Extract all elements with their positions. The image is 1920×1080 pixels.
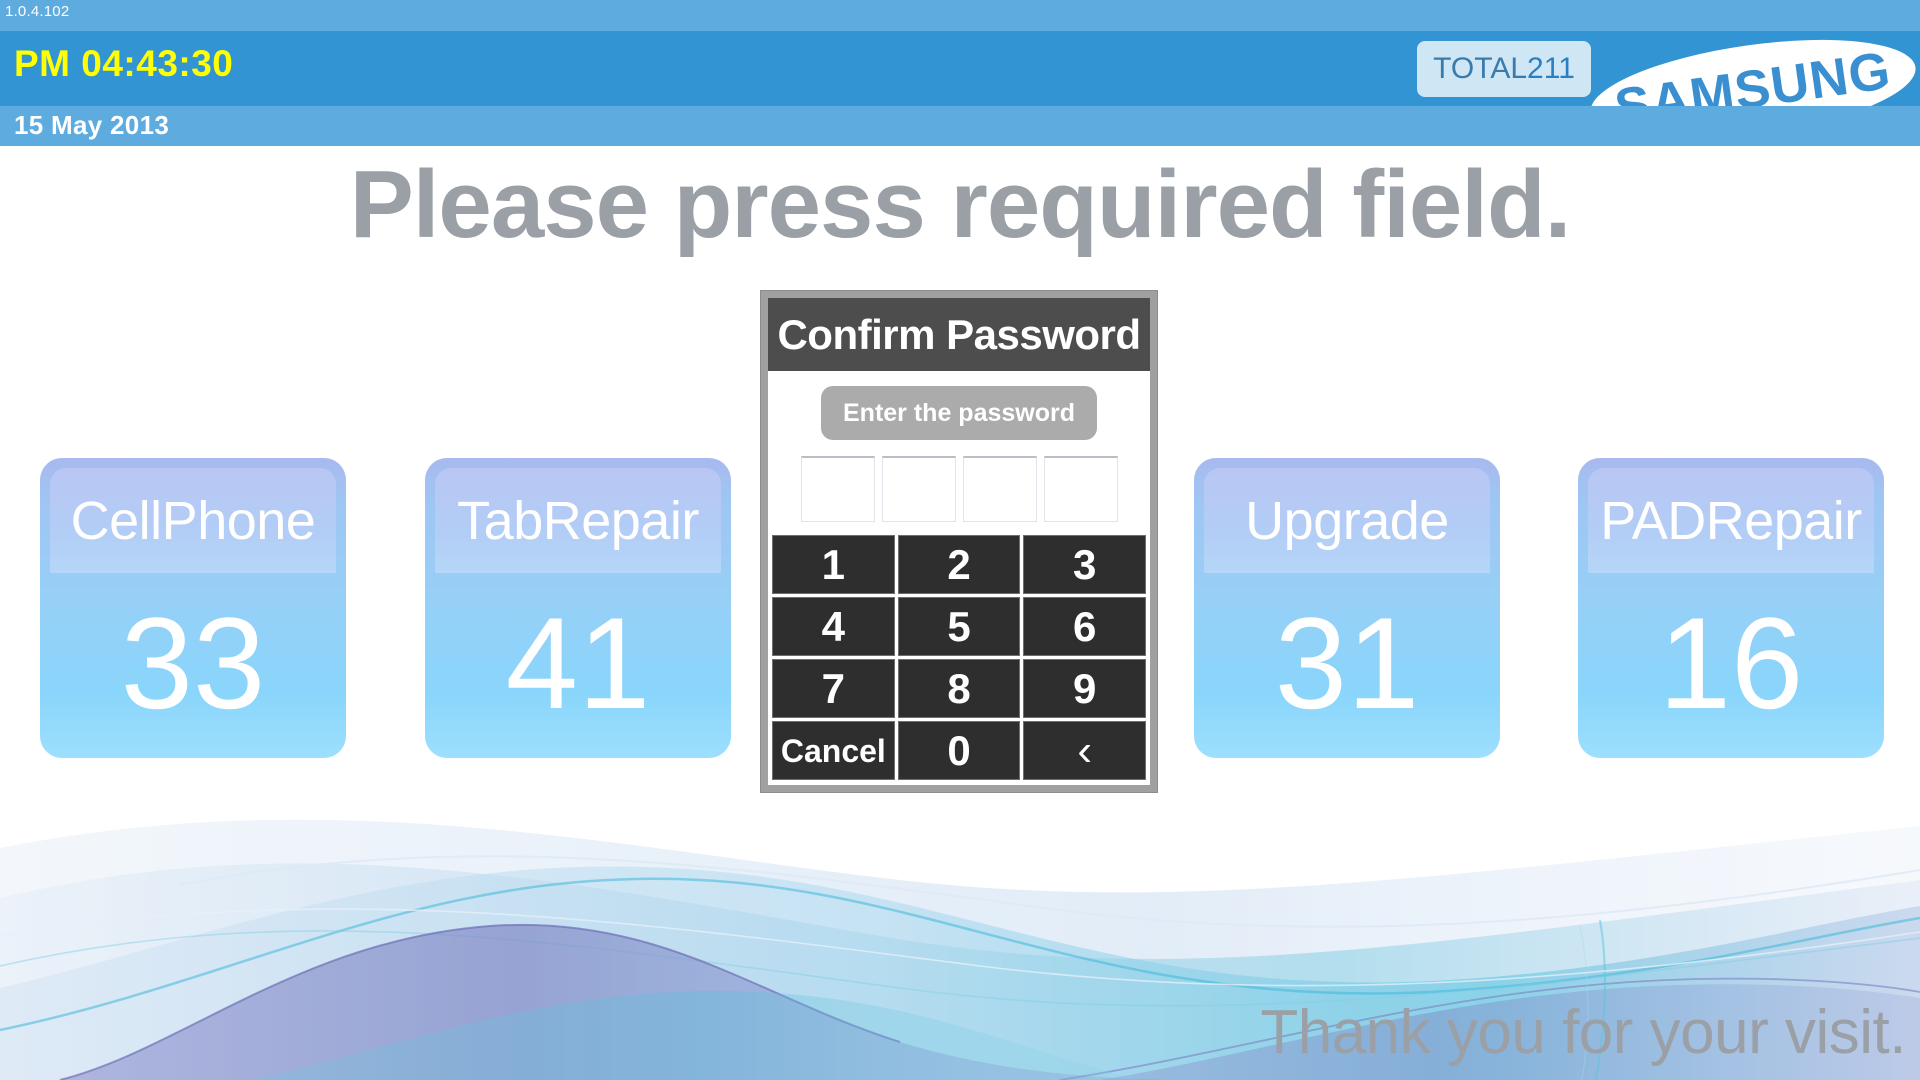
- key-7[interactable]: 7: [772, 659, 895, 718]
- key-9[interactable]: 9: [1023, 659, 1146, 718]
- tile-label: PADRepair: [1600, 490, 1862, 551]
- tile-count: 31: [1274, 590, 1420, 736]
- tile-label-band: CellPhone: [50, 468, 336, 573]
- tile-label: TabRepair: [457, 490, 699, 551]
- header-main-band: PM 04:43:30 TOTAL 211 SAMSUNG: [0, 31, 1920, 141]
- tile-label-band: TabRepair: [435, 468, 721, 573]
- kiosk-screen: 1.0.4.102 PM 04:43:30 TOTAL 211 SAMSUNG …: [0, 0, 1920, 1080]
- key-cancel[interactable]: Cancel: [772, 721, 895, 780]
- tile-upgrade[interactable]: Upgrade 31: [1194, 458, 1500, 758]
- dialog-body: Confirm Password Enter the password 123 4…: [768, 298, 1150, 785]
- password-hint-pill: Enter the password: [821, 386, 1097, 440]
- total-label: TOTAL: [1433, 52, 1528, 85]
- password-digit-boxes: [768, 456, 1150, 522]
- tile-label-band: Upgrade: [1204, 468, 1490, 573]
- confirm-password-dialog: Confirm Password Enter the password 123 4…: [760, 290, 1158, 793]
- version-band: 1.0.4.102: [0, 0, 1920, 31]
- password-digit-3[interactable]: [962, 456, 1037, 522]
- key-5[interactable]: 5: [897, 597, 1021, 656]
- tile-label-band: PADRepair: [1588, 468, 1874, 573]
- key-6[interactable]: 6: [1023, 597, 1146, 656]
- key-2[interactable]: 2: [897, 535, 1021, 594]
- tile-count: 41: [505, 590, 651, 736]
- key-4[interactable]: 4: [772, 597, 895, 656]
- key-backspace[interactable]: ‹: [1023, 721, 1146, 780]
- password-digit-2[interactable]: [881, 456, 956, 522]
- password-digit-1[interactable]: [800, 456, 875, 522]
- dialog-title: Confirm Password: [777, 310, 1141, 358]
- password-digit-4[interactable]: [1043, 456, 1118, 522]
- key-1[interactable]: 1: [772, 535, 895, 594]
- key-3[interactable]: 3: [1023, 535, 1146, 594]
- dialog-titlebar: Confirm Password: [768, 298, 1150, 371]
- tile-label: CellPhone: [70, 490, 316, 551]
- key-8[interactable]: 8: [897, 659, 1021, 718]
- app-version-label: 1.0.4.102: [5, 3, 70, 20]
- tile-tabrepair[interactable]: TabRepair 41: [425, 458, 731, 758]
- key-0[interactable]: 0: [897, 721, 1021, 780]
- tile-count: 16: [1658, 590, 1804, 736]
- page-title: Please press required field.: [349, 151, 1572, 258]
- date-display: 15 May 2013: [14, 110, 170, 140]
- date-band: 15 May 2013: [0, 106, 1920, 146]
- thank-you-message: Thank you for your visit.: [1260, 998, 1906, 1067]
- tile-cellphone[interactable]: CellPhone 33: [40, 458, 346, 758]
- header: 1.0.4.102 PM 04:43:30 TOTAL 211 SAMSUNG …: [0, 0, 1920, 146]
- password-hint-label: Enter the password: [843, 398, 1075, 427]
- numeric-keypad: 1 2 3 4 5 6 7 8 9 Cancel 0 ‹: [768, 532, 1150, 785]
- tile-padrepair[interactable]: PADRepair 16: [1578, 458, 1884, 758]
- total-badge: TOTAL 211: [1417, 41, 1591, 97]
- total-value: 211: [1527, 52, 1575, 85]
- tile-count: 33: [120, 590, 266, 736]
- tile-label: Upgrade: [1245, 490, 1449, 551]
- clock-display: PM 04:43:30: [14, 43, 234, 84]
